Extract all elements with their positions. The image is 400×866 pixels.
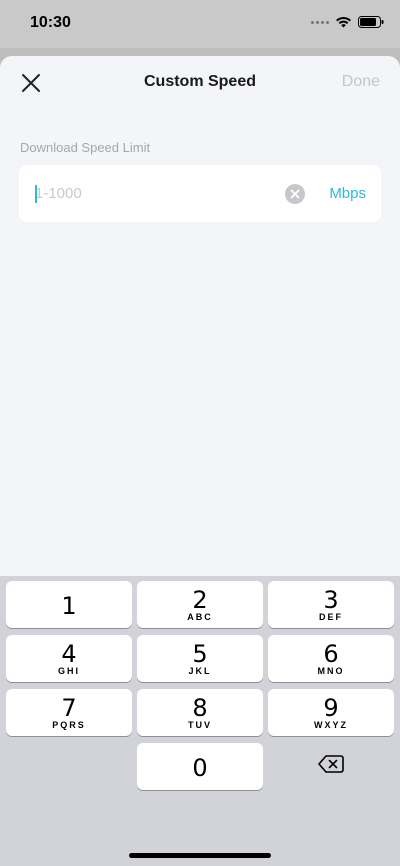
download-speed-label: Download Speed Limit: [20, 140, 151, 155]
key-7[interactable]: 7 PQRS: [6, 689, 132, 736]
speed-input-card: Mbps: [19, 165, 381, 222]
key-letters: DEF: [319, 612, 343, 622]
text-caret: [35, 185, 37, 203]
status-icons: [311, 16, 384, 28]
custom-speed-sheet: Custom Speed Done Download Speed Limit M…: [0, 56, 400, 576]
key-9[interactable]: 9 WXYZ: [268, 689, 394, 736]
key-digit: 8: [192, 694, 208, 722]
key-1[interactable]: 1: [6, 581, 132, 628]
key-letters: ABC: [187, 612, 213, 622]
key-2[interactable]: 2 ABC: [137, 581, 263, 628]
home-indicator[interactable]: [129, 853, 271, 858]
nav-bar: Custom Speed Done: [0, 56, 400, 112]
key-6[interactable]: 6 MNO: [268, 635, 394, 682]
key-8[interactable]: 8 TUV: [137, 689, 263, 736]
wifi-icon: [336, 16, 351, 28]
key-digit: 4: [61, 640, 77, 668]
download-speed-input[interactable]: [35, 181, 275, 205]
battery-icon: [358, 16, 384, 28]
key-digit: 2: [192, 586, 208, 614]
status-time: 10:30: [30, 14, 71, 31]
key-digit: 3: [323, 586, 339, 614]
unit-label: Mbps: [329, 185, 366, 202]
numeric-keypad: 1 2 ABC 3 DEF 4 GHI 5 JKL 6 MNO 7 PQRS 8…: [0, 576, 400, 866]
backspace-icon: [318, 755, 344, 773]
key-4[interactable]: 4 GHI: [6, 635, 132, 682]
cellular-signal-icon: [311, 20, 329, 24]
page-title: Custom Speed: [143, 73, 256, 90]
key-letters: TUV: [188, 720, 212, 730]
clear-input-button[interactable]: [285, 184, 305, 204]
key-3[interactable]: 3 DEF: [268, 581, 394, 628]
key-digit: 7: [61, 694, 77, 722]
status-bar: 10:30: [0, 0, 400, 48]
clear-circle-icon: [290, 189, 300, 199]
key-digit: 9: [323, 694, 339, 722]
key-letters: GHI: [57, 666, 80, 676]
done-button[interactable]: Done: [342, 73, 380, 91]
key-letters: MNO: [317, 666, 345, 676]
key-digit: 6: [323, 640, 339, 668]
key-5[interactable]: 5 JKL: [137, 635, 263, 682]
key-digit: 0: [192, 754, 208, 782]
key-letters: PQRS: [52, 720, 86, 730]
key-letters: JKL: [188, 666, 212, 676]
key-letters: WXYZ: [314, 720, 348, 730]
key-digit: 5: [192, 640, 208, 668]
key-digit: 1: [61, 592, 77, 620]
key-0[interactable]: 0: [137, 743, 263, 790]
backspace-key[interactable]: [318, 754, 350, 778]
